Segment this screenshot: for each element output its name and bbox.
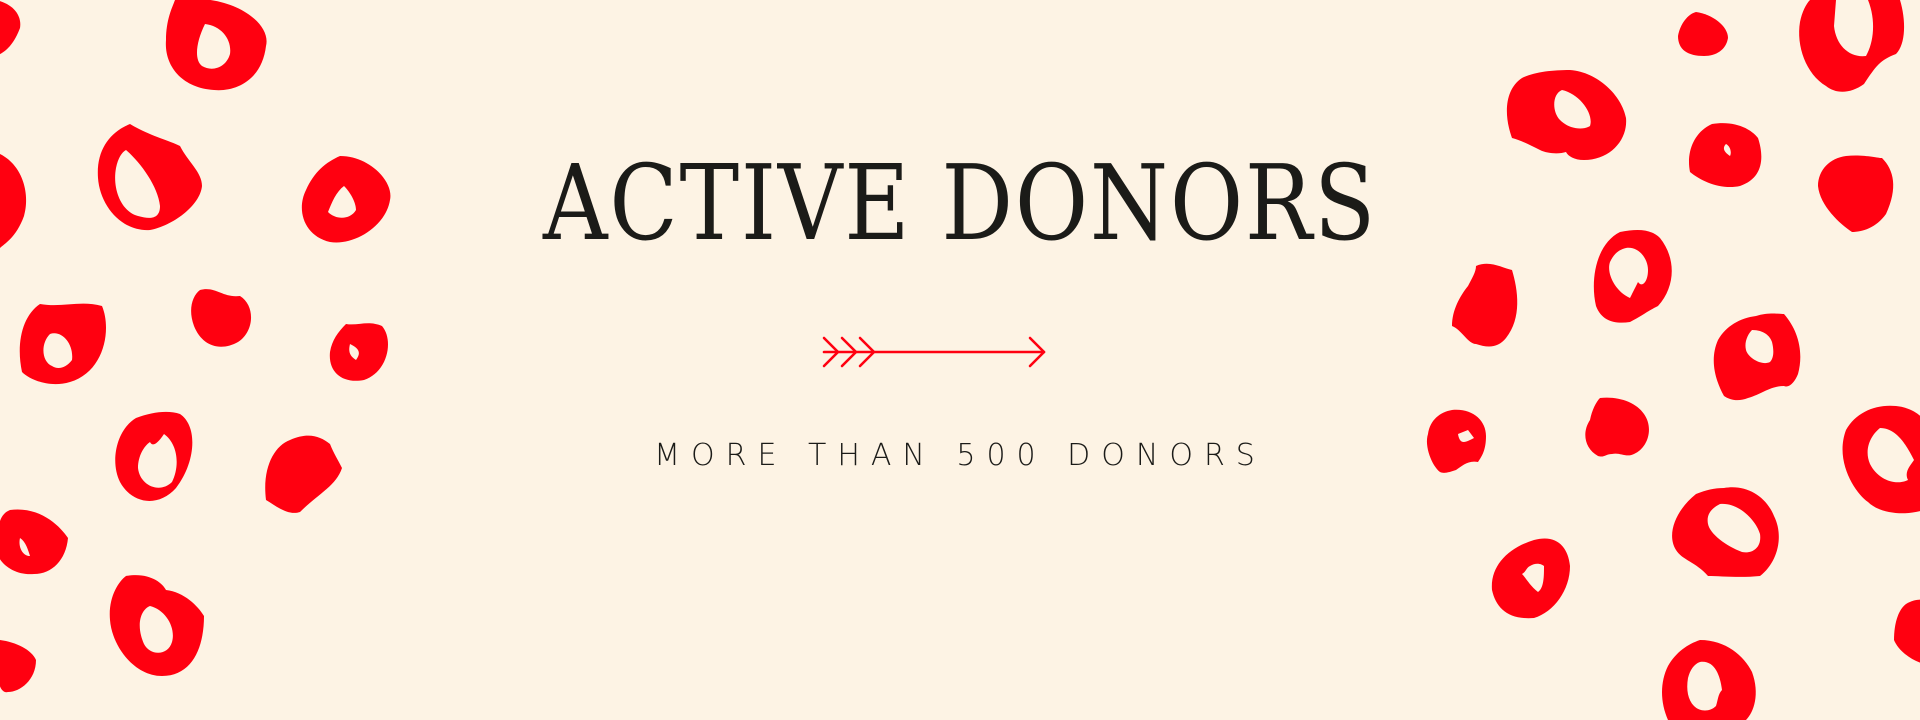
blob-decor — [109, 575, 204, 676]
blob-decor — [0, 154, 27, 248]
blob-decor — [191, 289, 252, 347]
blob-decor — [1818, 155, 1894, 232]
banner-title: ACTIVE DONORS — [543, 142, 1377, 264]
blob-decor — [1662, 640, 1756, 720]
blob-decor — [0, 640, 36, 693]
arrow-right-icon — [822, 336, 1046, 368]
blob-decor — [19, 303, 107, 385]
blob-decor — [329, 323, 388, 381]
blob-decor — [0, 1, 21, 55]
blob-decor — [165, 0, 267, 91]
banner: ACTIVE DONORS MORE THAN 500 DONORS — [0, 0, 1920, 720]
blob-decor — [0, 509, 68, 575]
banner-subtitle: MORE THAN 500 DONORS — [654, 438, 1266, 473]
blob-decor — [1452, 263, 1518, 347]
blob-decor — [1672, 487, 1779, 577]
blob-decor — [1506, 70, 1627, 160]
blob-decor — [1894, 599, 1920, 663]
blob-decor — [1713, 313, 1801, 401]
blob-decor — [1678, 12, 1728, 56]
blob-decor — [1491, 538, 1570, 619]
blob-decor — [1799, 0, 1905, 92]
